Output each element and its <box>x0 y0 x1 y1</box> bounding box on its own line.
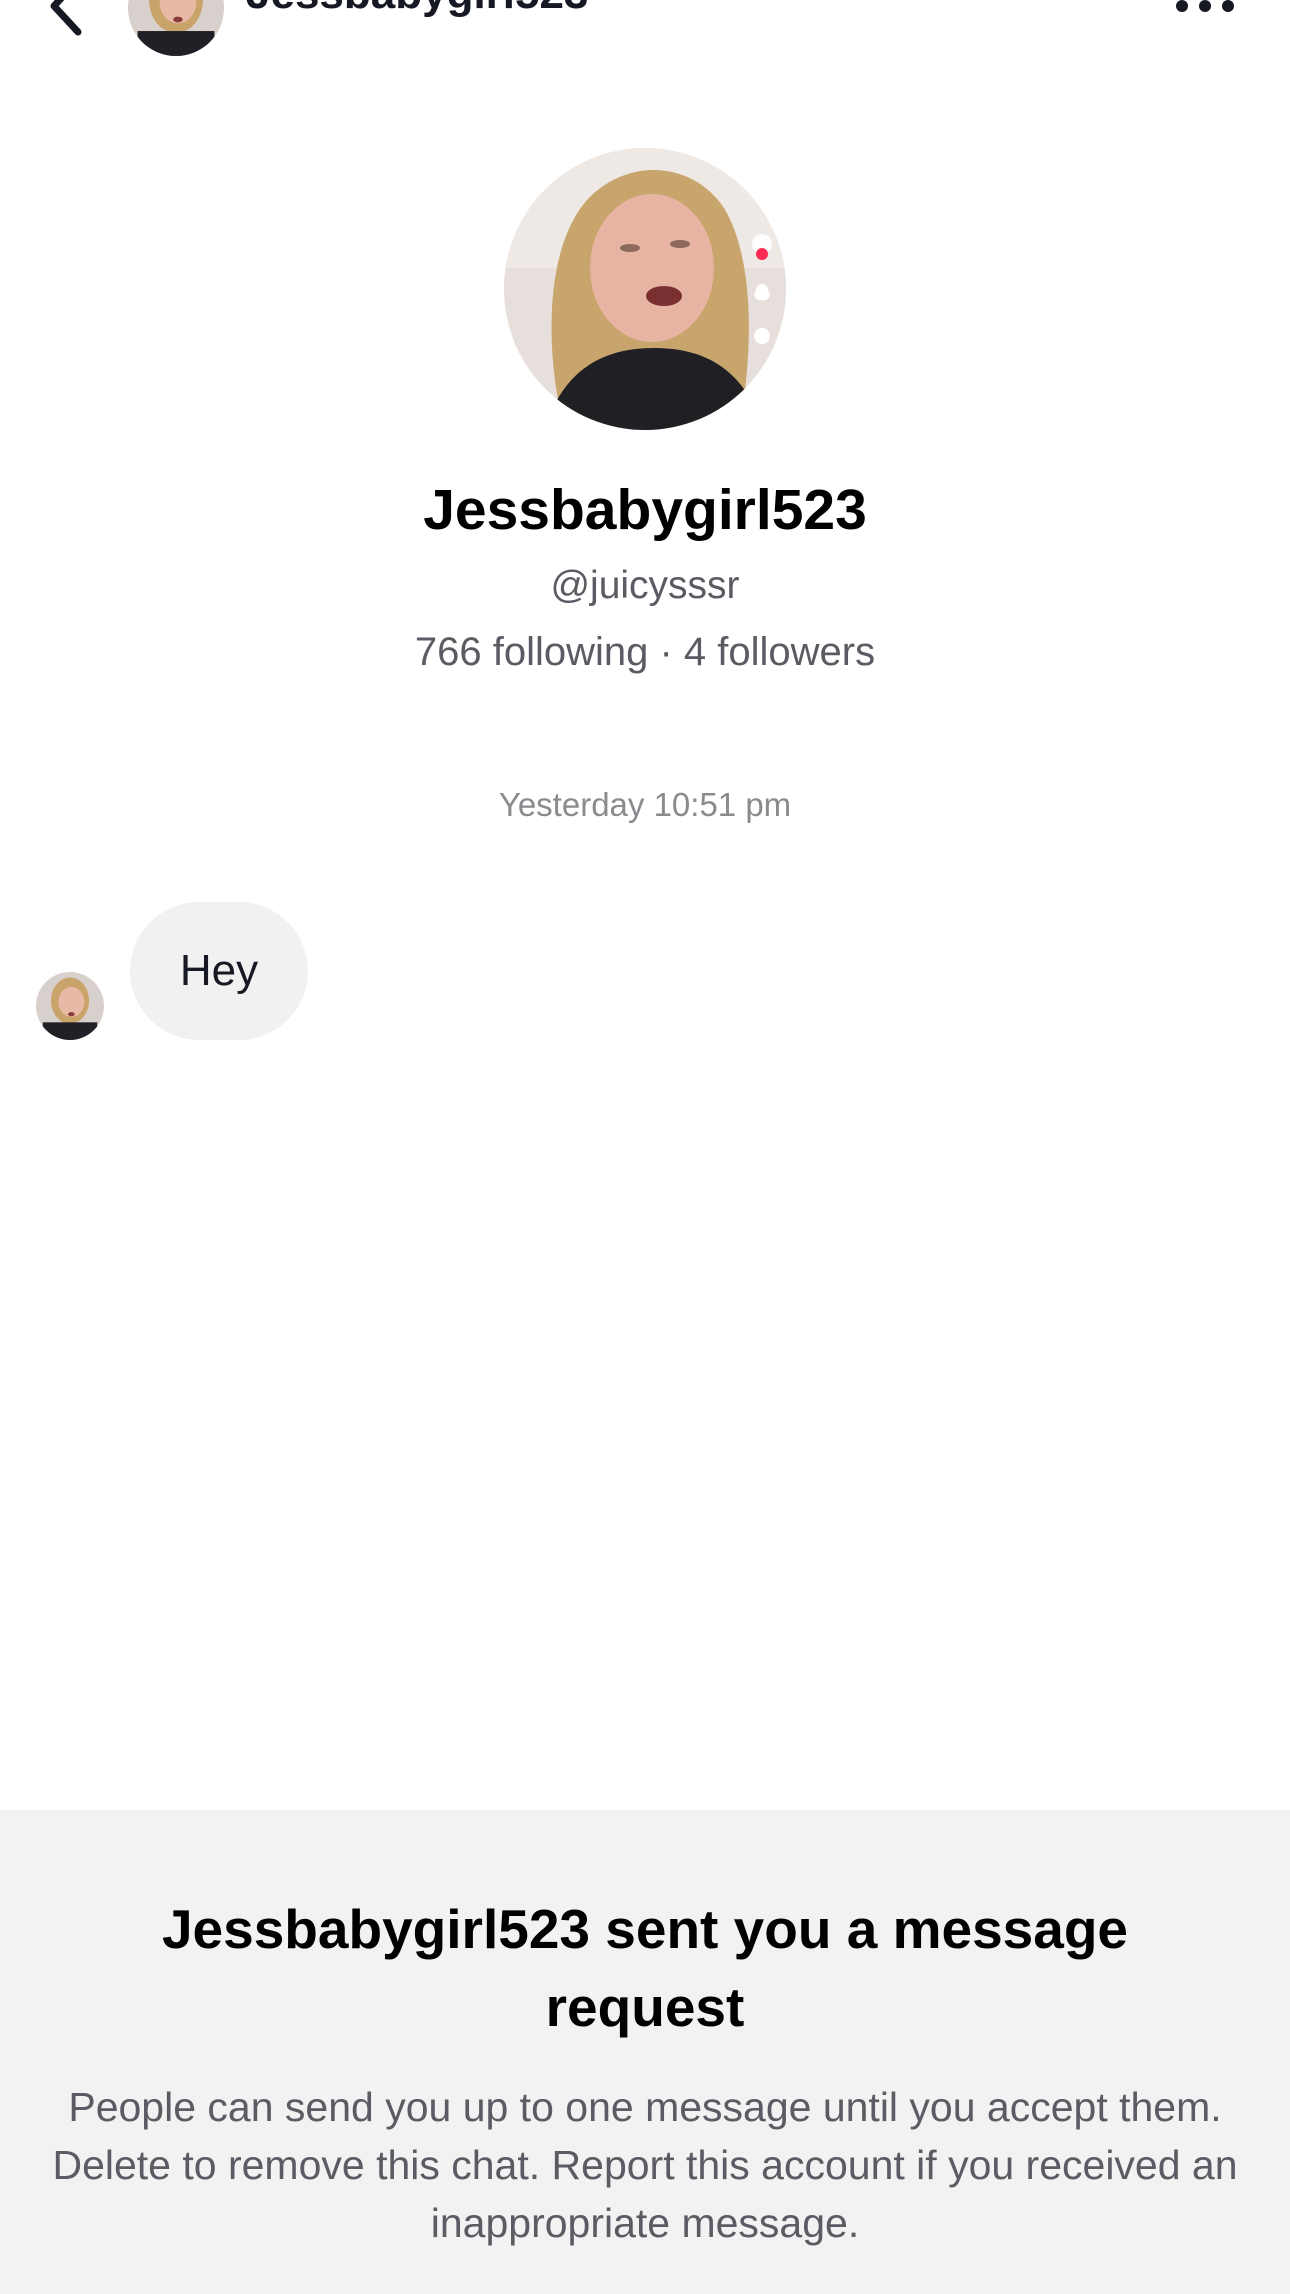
chat-screen: Jessbabygirl523 Jessbabygirl523 @jui <box>0 0 1290 2294</box>
avatar-image <box>128 0 224 56</box>
message-timestamp: Yesterday 10:51 pm <box>498 786 792 823</box>
profile-image <box>504 148 786 430</box>
request-description: People can send you up to one message un… <box>52 2084 1238 2246</box>
message-request-panel: Jessbabygirl523 sent you a message reque… <box>0 1810 1290 2294</box>
chat-header: Jessbabygirl523 <box>0 0 1290 70</box>
back-button[interactable] <box>38 0 98 40</box>
request-title: Jessbabygirl523 sent you a message reque… <box>161 1898 1129 2038</box>
header-avatar[interactable] <box>128 0 224 56</box>
sender-avatar[interactable] <box>36 972 104 1040</box>
message-bubble[interactable]: Hey <box>130 902 308 1040</box>
profile-display-name: Jessbabygirl523 <box>423 478 867 542</box>
profile-avatar[interactable] <box>504 148 786 430</box>
profile-handle: @juicysssr <box>550 564 740 607</box>
chevron-left-icon <box>50 0 82 36</box>
more-horizontal-icon <box>1176 0 1234 12</box>
more-options-button[interactable] <box>1170 0 1240 26</box>
header-title[interactable]: Jessbabygirl523 <box>246 0 588 16</box>
profile-stats: 766 following · 4 followers <box>414 630 876 674</box>
avatar-image <box>36 972 104 1040</box>
message-text: Hey <box>179 946 259 995</box>
